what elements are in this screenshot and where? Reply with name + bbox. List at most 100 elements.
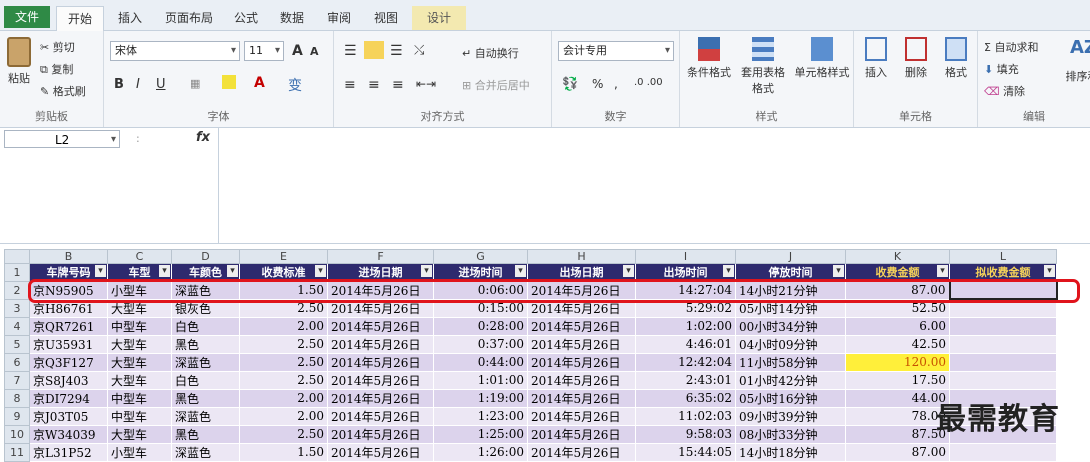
table-cell[interactable]: 2014年5月26日 bbox=[328, 317, 434, 335]
table-cell[interactable]: 京U35931 bbox=[30, 335, 108, 353]
align-left-icon[interactable]: ≡ bbox=[344, 77, 356, 93]
table-cell[interactable]: 2014年5月26日 bbox=[528, 443, 636, 461]
currency-icon[interactable]: 💱 bbox=[562, 77, 578, 92]
table-cell[interactable]: 0:15:00 bbox=[434, 299, 528, 317]
table-cell[interactable] bbox=[950, 281, 1057, 299]
table-cell[interactable] bbox=[950, 299, 1057, 317]
column-header[interactable]: F bbox=[328, 250, 434, 264]
table-cell[interactable]: 1:19:00 bbox=[434, 389, 528, 407]
table-cell[interactable]: 2014年5月26日 bbox=[328, 443, 434, 461]
table-cell[interactable]: 6.00 bbox=[846, 317, 950, 335]
table-cell[interactable]: 05小时16分钟 bbox=[736, 389, 846, 407]
table-cell[interactable]: 小型车 bbox=[108, 281, 172, 299]
fill-color-icon[interactable] bbox=[222, 75, 236, 89]
comma-button[interactable]: , bbox=[614, 77, 618, 91]
shrink-font-button[interactable]: A bbox=[310, 45, 319, 58]
font-size-select[interactable]: 11 bbox=[244, 41, 284, 61]
table-cell[interactable]: 87.50 bbox=[846, 425, 950, 443]
row-number[interactable]: 3 bbox=[5, 299, 30, 317]
align-bottom-icon[interactable]: ☰ bbox=[390, 43, 403, 59]
tab-formulas[interactable]: 公式 bbox=[226, 6, 266, 30]
column-header[interactable]: I bbox=[636, 250, 736, 264]
table-cell[interactable]: 2.00 bbox=[240, 407, 328, 425]
cancel-formula-icon[interactable]: : bbox=[136, 132, 140, 145]
table-cell[interactable]: 中型车 bbox=[108, 317, 172, 335]
table-cell[interactable]: 深蓝色 bbox=[172, 281, 240, 299]
table-cell[interactable]: 黑色 bbox=[172, 425, 240, 443]
table-cell[interactable]: 0:37:00 bbox=[434, 335, 528, 353]
decimal-icon[interactable]: .0 .00 bbox=[634, 77, 663, 88]
table-cell[interactable]: 87.00 bbox=[846, 443, 950, 461]
row-number[interactable]: 8 bbox=[5, 389, 30, 407]
header-cell[interactable]: 进场日期 bbox=[328, 264, 434, 282]
paste-button[interactable]: 粘贴 bbox=[4, 37, 34, 86]
align-middle-icon[interactable] bbox=[364, 41, 384, 59]
table-cell[interactable]: 2014年5月26日 bbox=[528, 317, 636, 335]
table-cell[interactable]: 银灰色 bbox=[172, 299, 240, 317]
grow-font-button[interactable]: A bbox=[292, 43, 303, 59]
table-cell[interactable]: 12:42:04 bbox=[636, 353, 736, 371]
table-cell[interactable]: 白色 bbox=[172, 371, 240, 389]
header-cell[interactable]: 拟收费金额 bbox=[950, 264, 1057, 282]
tab-home[interactable]: 开始 bbox=[56, 6, 104, 31]
column-header[interactable]: H bbox=[528, 250, 636, 264]
table-cell[interactable] bbox=[950, 353, 1057, 371]
underline-button[interactable]: U bbox=[156, 77, 166, 92]
row-number[interactable]: 6 bbox=[5, 353, 30, 371]
wrap-text-button[interactable]: ↵ 自动换行 bbox=[462, 45, 519, 61]
worksheet-grid[interactable]: BCDEFGHIJKL 1车牌号码车型车颜色收费标准进场日期进场时间出场日期出场… bbox=[4, 249, 1058, 462]
format-painter-button[interactable]: ✎ 格式刷 bbox=[40, 83, 86, 99]
table-cell[interactable]: 2.00 bbox=[240, 317, 328, 335]
row-number[interactable]: 5 bbox=[5, 335, 30, 353]
table-cell[interactable] bbox=[950, 371, 1057, 389]
table-cell[interactable]: 2014年5月26日 bbox=[528, 371, 636, 389]
header-cell[interactable]: 出场时间 bbox=[636, 264, 736, 282]
table-cell[interactable]: 京H86761 bbox=[30, 299, 108, 317]
table-cell[interactable]: 87.00 bbox=[846, 281, 950, 299]
table-cell[interactable]: 2014年5月26日 bbox=[328, 299, 434, 317]
table-cell[interactable]: 17.50 bbox=[846, 371, 950, 389]
row-number[interactable]: 10 bbox=[5, 425, 30, 443]
table-cell[interactable] bbox=[950, 335, 1057, 353]
table-cell[interactable]: 大型车 bbox=[108, 335, 172, 353]
table-cell[interactable]: 2014年5月26日 bbox=[328, 425, 434, 443]
table-cell[interactable]: 京QR7261 bbox=[30, 317, 108, 335]
column-header[interactable]: D bbox=[172, 250, 240, 264]
format-as-table-button[interactable]: 套用表格格式 bbox=[738, 37, 788, 96]
table-cell[interactable]: 京S8J403 bbox=[30, 371, 108, 389]
orientation-icon[interactable]: ⤯ bbox=[414, 43, 424, 58]
table-cell[interactable] bbox=[950, 443, 1057, 461]
cell-styles-button[interactable]: 单元格样式 bbox=[792, 37, 852, 80]
bold-button[interactable]: B bbox=[114, 77, 124, 92]
table-cell[interactable]: 2014年5月26日 bbox=[528, 353, 636, 371]
conditional-format-button[interactable]: 条件格式 bbox=[684, 37, 734, 80]
column-header[interactable]: E bbox=[240, 250, 328, 264]
table-cell[interactable]: 4:46:01 bbox=[636, 335, 736, 353]
table-cell[interactable] bbox=[950, 317, 1057, 335]
table-cell[interactable]: 2014年5月26日 bbox=[328, 335, 434, 353]
table-cell[interactable]: 小型车 bbox=[108, 443, 172, 461]
table-cell[interactable]: 京DI7294 bbox=[30, 389, 108, 407]
table-cell[interactable]: 2.50 bbox=[240, 425, 328, 443]
table-cell[interactable]: 15:44:05 bbox=[636, 443, 736, 461]
table-cell[interactable]: 2.50 bbox=[240, 353, 328, 371]
table-cell[interactable]: 42.50 bbox=[846, 335, 950, 353]
phonetic-button[interactable]: 变 bbox=[288, 75, 302, 95]
table-cell[interactable]: 中型车 bbox=[108, 407, 172, 425]
insert-function-icon[interactable]: fx bbox=[196, 130, 210, 145]
sort-filter-button[interactable]: AZ 排序和 bbox=[1062, 37, 1090, 84]
format-cells-button[interactable]: 格式 bbox=[938, 37, 974, 80]
table-cell[interactable]: 14小时21分钟 bbox=[736, 281, 846, 299]
percent-button[interactable]: % bbox=[592, 77, 603, 91]
table-cell[interactable]: 2014年5月26日 bbox=[528, 425, 636, 443]
autosum-button[interactable]: Σ 自动求和 bbox=[984, 39, 1038, 55]
table-cell[interactable]: 京Q3F127 bbox=[30, 353, 108, 371]
table-cell[interactable]: 深蓝色 bbox=[172, 353, 240, 371]
tab-data[interactable]: 数据 bbox=[272, 6, 312, 30]
table-cell[interactable]: 09小时39分钟 bbox=[736, 407, 846, 425]
delete-cells-button[interactable]: 删除 bbox=[898, 37, 934, 80]
table-cell[interactable]: 2014年5月26日 bbox=[328, 353, 434, 371]
table-cell[interactable]: 1.50 bbox=[240, 443, 328, 461]
table-cell[interactable]: 大型车 bbox=[108, 425, 172, 443]
table-cell[interactable]: 1:23:00 bbox=[434, 407, 528, 425]
